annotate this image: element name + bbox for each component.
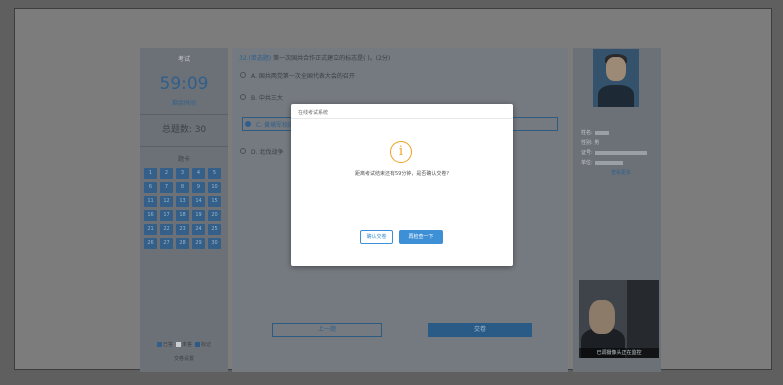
answer-card-cell[interactable]: 17 — [160, 210, 173, 221]
previous-question-button[interactable]: 上一题 — [272, 323, 382, 337]
answer-card-cell[interactable]: 12 — [160, 196, 173, 207]
question-type-tag: 32.(单选题) — [239, 55, 272, 62]
webcam-preview: 已调摄像头正在监控 — [579, 280, 659, 358]
candidate-panel: 姓名: 性别: 男 证号: 单位: 查看更多 已调摄像头正在监控 — [573, 48, 661, 372]
answer-card-cell[interactable]: 8 — [176, 182, 189, 193]
answer-card-cell[interactable]: 25 — [208, 224, 221, 235]
legend-marked: 标记 — [195, 341, 211, 348]
answer-card-cell[interactable]: 6 — [144, 182, 157, 193]
option-a[interactable]: A. 国共两党第一次全国代表大会的召开 — [240, 68, 355, 82]
radio-icon[interactable] — [240, 94, 246, 100]
settings-link[interactable]: 交卷设置 — [140, 355, 228, 362]
answer-card-cell[interactable]: 19 — [192, 210, 205, 221]
question-title: 32.(单选题) 第一次国共合作正式建立的标志是( )。(2分) — [239, 53, 390, 62]
answer-card-cell[interactable]: 5 — [208, 168, 221, 179]
answer-card-cell[interactable]: 28 — [176, 238, 189, 249]
question-count: 总题数: 30 — [161, 125, 207, 135]
answer-card-cell[interactable]: 18 — [176, 210, 189, 221]
info-id: 证号: — [581, 149, 647, 156]
legend-unanswered: 未答 — [175, 341, 192, 348]
view-more-link[interactable]: 查看更多 — [611, 169, 631, 176]
answer-card-title: 题卡 — [177, 156, 190, 163]
check-again-button[interactable]: 再检查一下 — [399, 230, 443, 244]
radio-checked-icon[interactable] — [245, 121, 251, 127]
answer-card-cell[interactable]: 15 — [208, 196, 221, 207]
info-name: 姓名: — [581, 129, 609, 136]
answer-card-cell[interactable]: 9 — [192, 182, 205, 193]
answer-card-cell[interactable]: 1 — [144, 168, 157, 179]
answer-card-grid: 1 2 3 4 5 6 7 8 9 10 11 12 13 14 15 16 17 18 19 20 21 22 23 24 2… — [144, 168, 224, 249]
divider — [140, 146, 228, 147]
timer-caption: 剩余时间 — [171, 100, 196, 107]
divider — [291, 118, 513, 119]
confirm-submit-dialog: 在线考试系统 i 距离考试结束还有59分钟，是否确认交卷? 确认交卷 再检查一下 — [291, 104, 513, 266]
exclamation-icon: i — [390, 141, 412, 163]
dialog-message: 距离考试结束还有59分钟，是否确认交卷? — [354, 171, 450, 177]
answer-card-cell[interactable]: 2 — [160, 168, 173, 179]
answer-card-cell[interactable]: 22 — [160, 224, 173, 235]
answer-card-cell[interactable]: 10 — [208, 182, 221, 193]
answer-card-cell[interactable]: 13 — [176, 196, 189, 207]
option-b[interactable]: B. 中共三大 — [240, 90, 283, 104]
answer-card-cell[interactable]: 23 — [176, 224, 189, 235]
legend-answered: 已答 — [156, 341, 173, 348]
legend: 已答 未答 标记 — [140, 341, 228, 348]
exam-label: 考试 — [177, 56, 190, 63]
webcam-caption: 已调摄像头正在监控 — [579, 348, 659, 358]
confirm-submit-button[interactable]: 确认交卷 — [360, 230, 393, 244]
countdown-timer: 59:09 — [159, 74, 209, 94]
answer-card-cell[interactable]: 26 — [144, 238, 157, 249]
answer-card-cell[interactable]: 29 — [192, 238, 205, 249]
radio-icon[interactable] — [240, 148, 246, 154]
dialog-title: 在线考试系统 — [298, 110, 329, 116]
question-text: 第一次国共合作正式建立的标志是( )。(2分) — [273, 55, 391, 62]
answer-card-cell[interactable]: 27 — [160, 238, 173, 249]
answer-card-cell[interactable]: 24 — [192, 224, 205, 235]
option-d[interactable]: D. 北伐战争 — [240, 144, 283, 158]
answer-card-cell[interactable]: 3 — [176, 168, 189, 179]
candidate-photo — [593, 49, 639, 107]
divider — [140, 114, 228, 115]
radio-icon[interactable] — [240, 72, 246, 78]
answer-card-cell[interactable]: 4 — [192, 168, 205, 179]
answer-card-cell[interactable]: 16 — [144, 210, 157, 221]
answer-card-cell[interactable]: 14 — [192, 196, 205, 207]
submit-exam-button[interactable]: 交卷 — [428, 323, 532, 337]
answer-card-cell[interactable]: 11 — [144, 196, 157, 207]
answer-card-cell[interactable]: 20 — [208, 210, 221, 221]
info-unit: 单位: — [581, 159, 623, 166]
answer-card-cell[interactable]: 21 — [144, 224, 157, 235]
answer-card-cell[interactable]: 30 — [208, 238, 221, 249]
info-gender: 性别: 男 — [581, 140, 600, 146]
answer-card-cell[interactable]: 7 — [160, 182, 173, 193]
left-panel: 考试 59:09 剩余时间 总题数: 30 题卡 1 2 3 4 5 6 7 8 9 10 11 12… — [140, 48, 228, 372]
